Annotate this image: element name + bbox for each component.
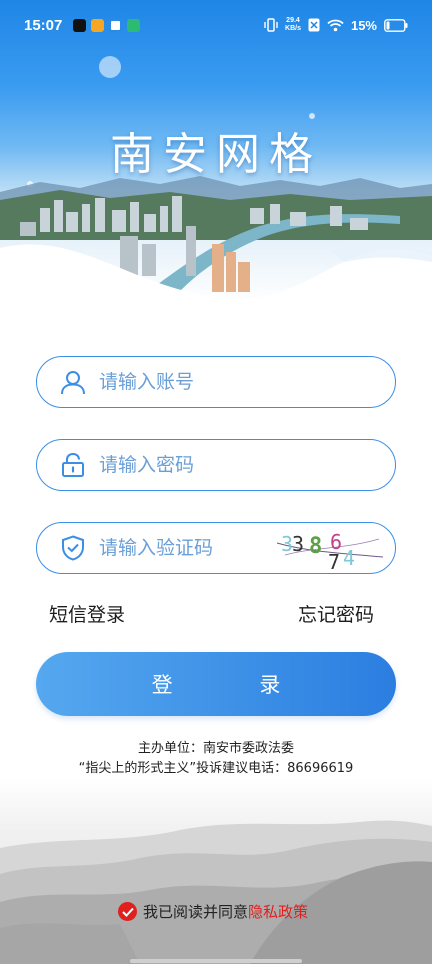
sms-login-link[interactable]: 短信登录 [49,600,125,627]
complaint-hotline: “指尖上的形式主义”投诉建议电话：86696619 [78,761,354,776]
captcha-char: 4 [343,546,355,570]
captcha-image[interactable]: 3 3 8 6 7 4 [275,527,385,571]
status-bar: 15:07 29.4 KB/s 15% [0,0,432,50]
forgot-password-link[interactable]: 忘记密码 [298,600,374,627]
privacy-consent[interactable]: 我已阅读并同意 隐私政策 [118,901,308,922]
shield-check-icon [59,534,87,562]
sponsor-info: 主办单位：南安市委政法委 [137,741,294,756]
hero-banner: 15:07 29.4 KB/s 15% 南安网格 [0,0,432,305]
network-speed: 29.4 KB/s [285,17,301,32]
account-input[interactable] [99,357,395,407]
status-time: 15:07 [24,16,63,34]
sim-icon [308,18,320,32]
app-icon [109,18,123,32]
captcha-char: 3 [292,532,304,556]
captcha-char: 8 [309,534,322,559]
battery-percent: 15% [350,17,377,33]
password-input[interactable] [99,440,395,490]
tiktok-icon [73,18,87,32]
privacy-policy-link[interactable]: 隐私政策 [248,901,308,922]
landscape-background-image [0,778,432,964]
battery-icon [384,18,408,32]
account-field[interactable] [36,356,396,408]
wifi-icon [327,19,344,31]
captcha-field[interactable]: 3 3 8 6 7 4 [36,522,396,574]
vibrate-icon [264,18,278,32]
captcha-char: 7 [328,550,340,571]
consent-text: 我已阅读并同意 [143,903,249,921]
login-button[interactable]: 登 录 [36,652,396,716]
app-title: 南安网格 [110,129,322,180]
app-icon [127,18,141,32]
weibo-icon [91,18,105,32]
password-field[interactable] [36,439,396,491]
lock-icon [59,451,87,479]
user-icon [59,368,87,396]
checkbox-checked-icon[interactable] [118,902,137,921]
home-indicator[interactable] [130,959,302,963]
